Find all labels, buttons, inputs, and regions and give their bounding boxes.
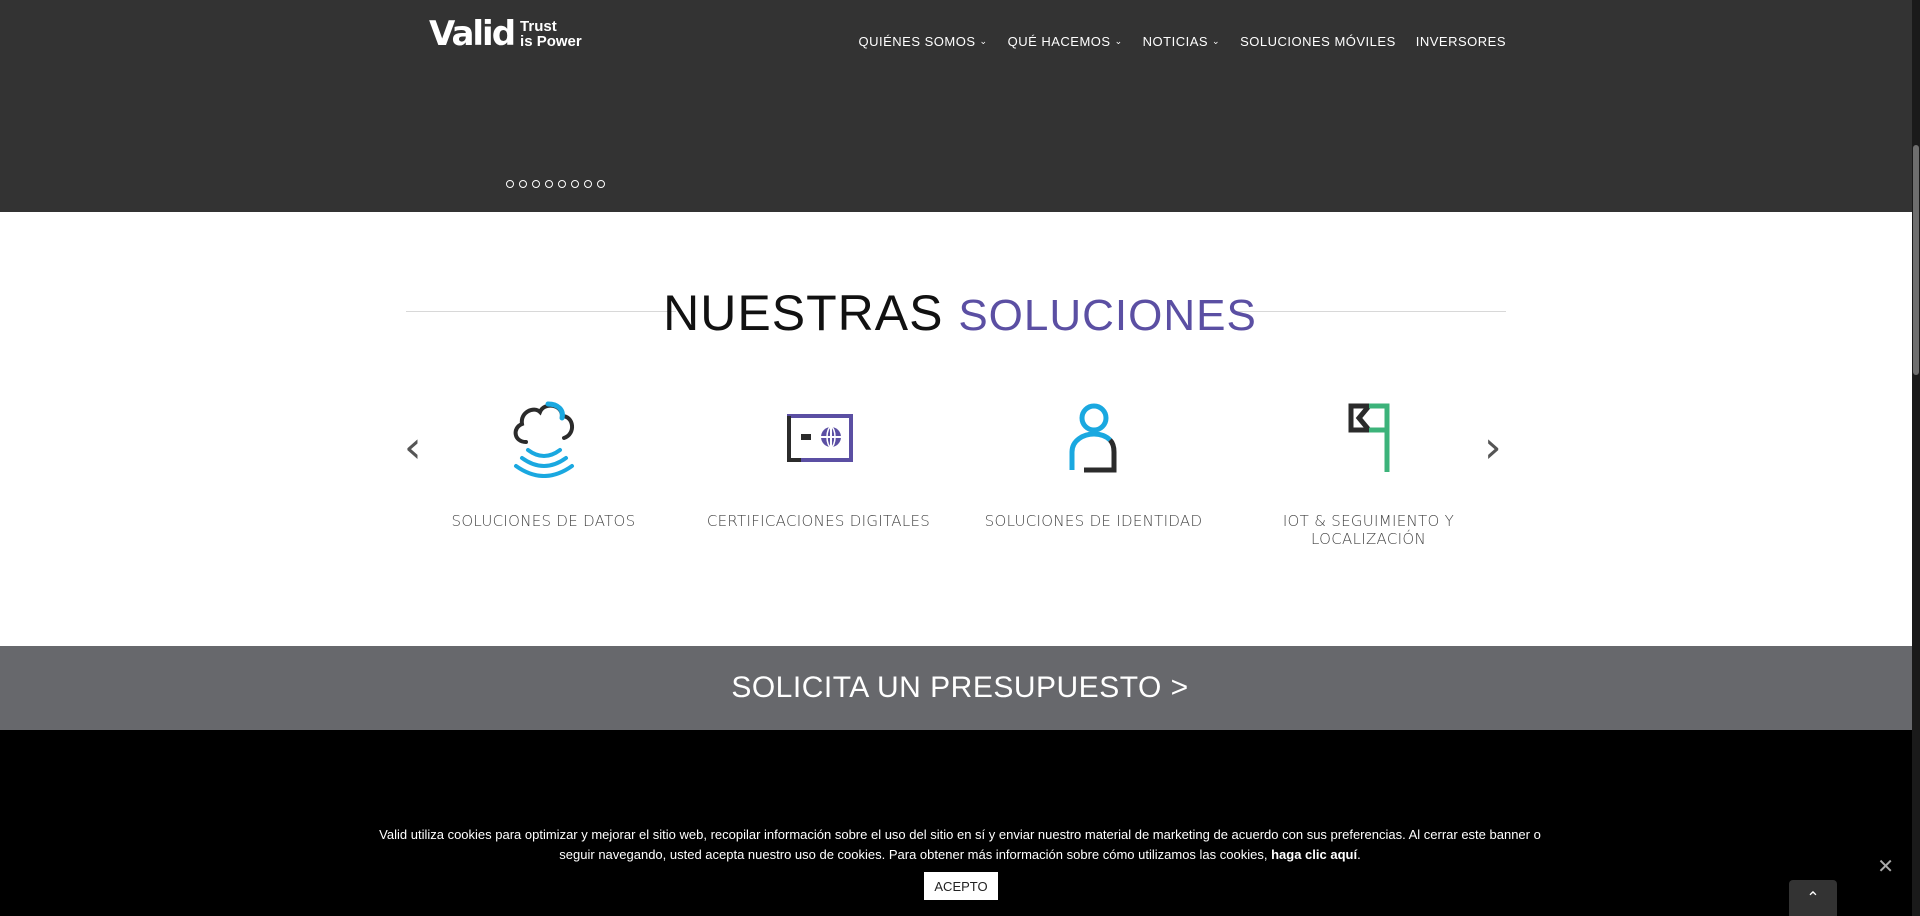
slider-dot[interactable] (545, 180, 553, 188)
nav-item-inversores[interactable]: INVERSORES (1416, 34, 1506, 49)
nav-item-label: SOLUCIONES MÓVILES (1240, 34, 1396, 49)
logo-tag-line2: is Power (520, 33, 582, 50)
scrollbar-thumb[interactable] (1913, 145, 1919, 375)
back-to-top-button[interactable]: ⌃ (1789, 880, 1837, 916)
cookie-text: Valid utiliza cookies para optimizar y m… (370, 825, 1550, 865)
slider-dot[interactable] (597, 180, 605, 188)
person-icon (1069, 403, 1116, 473)
cookie-more-info-link[interactable]: haga clic aquí (1271, 847, 1357, 862)
logo-word: Valid (429, 14, 516, 54)
slider-dot[interactable] (519, 180, 527, 188)
cookie-banner: Valid utiliza cookies para optimizar y m… (0, 730, 1920, 916)
certificate-card-icon (786, 414, 853, 462)
solution-card-iot[interactable]: IOT & SEGUIMIENTO Y LOCALIZACIÓN (1231, 398, 1506, 548)
nav-item-soluciones-moviles[interactable]: SOLUCIONES MÓVILES (1240, 34, 1396, 49)
accept-cookies-button[interactable]: ACEPTO (924, 872, 998, 900)
cookie-message: Valid utiliza cookies para optimizar y m… (379, 827, 1541, 862)
logo-tag-line1: Trust (520, 18, 557, 35)
nav-item-label: INVERSORES (1415, 34, 1506, 49)
logo[interactable]: Valid Trust is Power (429, 14, 582, 54)
cloud-wifi-icon (513, 401, 574, 478)
chevron-down-icon: ⌄ (1212, 36, 1221, 46)
nav-item-que-hacemos[interactable]: QUÉ HACEMOS ⌄ (1008, 34, 1123, 49)
slider-dot[interactable] (571, 180, 579, 188)
solution-card-label: SOLUCIONES DE DATOS (451, 512, 636, 530)
quote-cta-band: SOLICITA UN PRESUPUESTO > (0, 646, 1920, 730)
nav-item-label: QUÉ HACEMOS (1007, 34, 1111, 49)
main-nav: QUIÉNES SOMOS ⌄ QUÉ HACEMOS ⌄ NOTICIAS ⌄… (839, 34, 1507, 49)
section-title-accent: SOLUCIONES (958, 291, 1257, 340)
solution-card-datos[interactable]: SOLUCIONES DE DATOS (406, 398, 681, 530)
section-title: NUESTRAS SOLUCIONES (0, 284, 1920, 342)
slider-dot[interactable] (532, 180, 540, 188)
chevron-up-icon: ⌃ (1806, 890, 1820, 907)
hero-header: Valid Trust is Power QUIÉNES SOMOS ⌄ QUÉ… (0, 0, 1920, 212)
section-title-main: NUESTRAS (663, 285, 944, 341)
nav-item-noticias[interactable]: NOTICIAS ⌄ (1143, 34, 1220, 49)
solution-card-label: SOLUCIONES DE IDENTIDAD (984, 512, 1203, 530)
nav-item-label: QUIÉNES SOMOS (858, 34, 976, 49)
slider-dot[interactable] (506, 180, 514, 188)
page-scrollbar[interactable] (1912, 0, 1920, 916)
logo-tagline: Trust is Power (520, 19, 582, 49)
solution-card-identidad[interactable]: SOLUCIONES DE IDENTIDAD (956, 398, 1231, 530)
cookie-text-end: . (1357, 847, 1361, 862)
solution-card-label: IOT & SEGUIMIENTO Y LOCALIZACIÓN (1282, 512, 1455, 548)
nav-item-label: NOTICIAS (1142, 34, 1209, 49)
solutions-section: NUESTRAS SOLUCIONES ‹ › SOLUCIONES DE DA… (0, 212, 1920, 646)
nav-item-quienes-somos[interactable]: QUIÉNES SOMOS ⌄ (859, 34, 988, 49)
slider-dots (506, 180, 605, 188)
solution-card-certificaciones[interactable]: CERTIFICACIONES DIGITALES (681, 398, 956, 530)
slider-dot[interactable] (584, 180, 592, 188)
chevron-down-icon: ⌄ (1114, 36, 1123, 46)
flag-icon (1348, 403, 1389, 472)
close-icon[interactable]: ✕ (1877, 854, 1894, 879)
slider-dot[interactable] (558, 180, 566, 188)
request-quote-link[interactable]: SOLICITA UN PRESUPUESTO > (731, 671, 1188, 705)
chevron-down-icon: ⌄ (979, 36, 988, 46)
solution-card-label: CERTIFICACIONES DIGITALES (706, 512, 931, 530)
